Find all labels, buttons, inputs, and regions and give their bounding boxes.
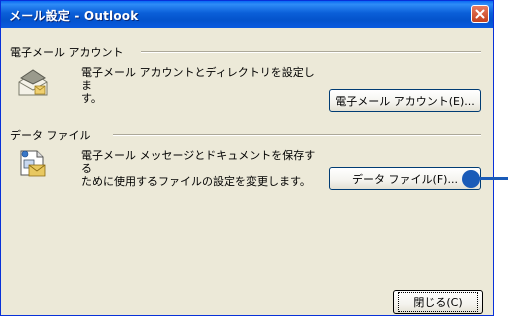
- data-files-button[interactable]: データ ファイル(F)...: [329, 167, 481, 190]
- email-accounts-button[interactable]: 電子メール アカウント(E)...: [329, 89, 481, 112]
- title-bar[interactable]: メール設定 - Outlook: [1, 1, 493, 28]
- email-accounts-group-label: 電子メール アカウント: [10, 46, 124, 59]
- data-files-divider: [113, 134, 481, 136]
- close-window-button[interactable]: [471, 5, 489, 23]
- close-button-label: 閉じる(C): [398, 292, 478, 312]
- email-accounts-divider: [141, 51, 481, 53]
- data-files-description: 電子メール メッセージとドキュメントを保存する ために使用するファイルの設定を変…: [81, 149, 321, 188]
- close-icon: [475, 9, 485, 19]
- window-title: メール設定 - Outlook: [9, 9, 139, 23]
- data-files-description-line2: ために使用するファイルの設定を変更します。: [81, 175, 311, 188]
- email-accounts-description-line2: す。: [81, 92, 102, 105]
- close-button[interactable]: 閉じる(C): [393, 290, 483, 314]
- mail-settings-window: メール設定 - Outlook 電子メール アカウント 電子メール アカウントと…: [0, 0, 494, 316]
- email-accounts-description: 電子メール アカウントとディレクトリを設定しま す。: [81, 66, 321, 105]
- annotation-line: [478, 177, 508, 180]
- email-accounts-description-line1: 電子メール アカウントとディレクトリを設定しま: [81, 66, 315, 92]
- data-file-icon: [15, 145, 51, 182]
- data-files-group-label: データ ファイル: [10, 129, 91, 142]
- data-files-description-line1: 電子メール メッセージとドキュメントを保存する: [81, 149, 316, 175]
- dialog-content: 電子メール アカウント 電子メール アカウントとディレクトリを設定しま す。 電…: [1, 28, 493, 315]
- mail-account-icon: [15, 68, 51, 103]
